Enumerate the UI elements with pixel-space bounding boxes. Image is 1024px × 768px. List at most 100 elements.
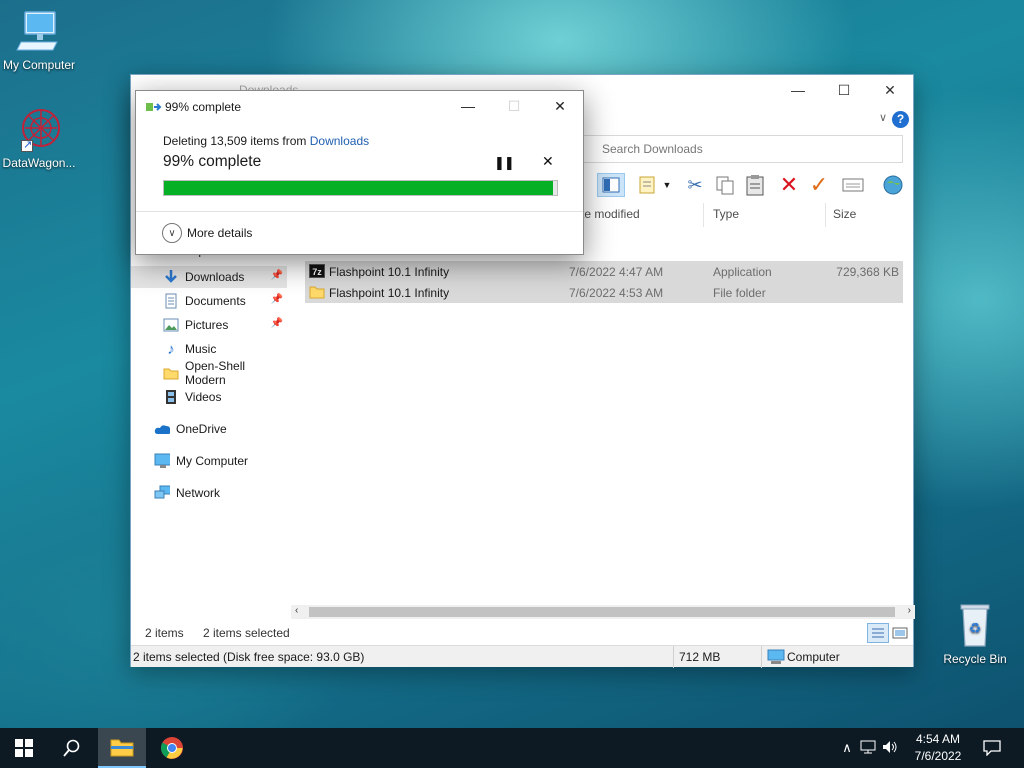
taskbar-chrome[interactable] (148, 728, 196, 768)
nav-item-music[interactable]: ♪ Music (131, 338, 287, 360)
pause-button[interactable]: ❚❚ (494, 155, 515, 171)
computer-icon (154, 453, 170, 469)
file-date: 7/6/2022 4:47 AM (569, 265, 664, 279)
nav-item-label: My Computer (176, 454, 249, 468)
dialog-close-button[interactable]: ✕ (537, 91, 583, 121)
nav-item-downloads[interactable]: Downloads 📌 (131, 266, 287, 288)
nav-item-open-shell[interactable]: Open-Shell Modern (131, 359, 287, 387)
nav-item-label: Open-Shell Modern (185, 359, 246, 387)
email-icon[interactable] (841, 173, 865, 197)
help-icon[interactable]: ? (892, 111, 909, 128)
dialog-maximize-button: ☐ (507, 97, 521, 114)
deleting-prefix: Deleting 13,509 items from (163, 134, 307, 148)
film-icon (163, 389, 179, 405)
dialog-minimize-button[interactable]: — (445, 91, 491, 121)
column-header-date[interactable]: te modified (581, 207, 640, 221)
folder-icon (163, 365, 179, 381)
taskbar: ∧ 4:54 AM 7/6/2022 (0, 728, 1024, 768)
notifications-button[interactable] (972, 728, 1012, 768)
chrome-icon (161, 737, 183, 759)
scroll-left-icon[interactable]: ‹ (295, 605, 298, 616)
preview-pane-icon[interactable] (597, 173, 625, 197)
delete-icon[interactable]: ✕ (777, 172, 801, 197)
desktop-icon-label: My Computer (2, 58, 76, 72)
notification-icon (983, 740, 1001, 756)
view-options-icon[interactable] (637, 173, 661, 197)
nav-item-label: Pictures (185, 318, 229, 332)
folder-icon (110, 739, 134, 757)
nav-item-documents[interactable]: Documents 📌 (131, 290, 287, 312)
status-bar: 2 items 2 items selected (131, 623, 915, 643)
ribbon-expand-icon[interactable]: ∨ (879, 111, 887, 124)
network-icon (154, 485, 170, 501)
details-view-icon[interactable] (867, 623, 889, 643)
paste-icon[interactable] (743, 173, 767, 197)
column-header-type[interactable]: Type (713, 207, 739, 221)
nav-item-onedrive[interactable]: OneDrive (131, 418, 287, 440)
search-button[interactable] (48, 728, 96, 768)
scroll-right-icon[interactable]: › (908, 605, 911, 616)
globe-icon[interactable] (881, 173, 905, 197)
more-details-button[interactable]: ∨ More details (162, 223, 252, 243)
cancel-operation-button[interactable]: ✕ (542, 153, 554, 170)
nav-item-label: Network (176, 486, 221, 500)
nav-item-pictures[interactable]: Pictures 📌 (131, 314, 287, 336)
progress-fill (164, 181, 554, 195)
desktop-icon-recycle-bin[interactable]: ♻ Recycle Bin (933, 602, 1017, 666)
desktop-icon-label: DataWagon... (2, 156, 76, 170)
nav-item-videos[interactable]: Videos (131, 386, 287, 408)
search-input[interactable]: Search Downloads (579, 135, 903, 163)
pin-icon: 📌 (270, 318, 283, 329)
network-icon[interactable] (856, 740, 880, 757)
selected-count: 2 items selected (203, 626, 290, 640)
minimize-button[interactable]: — (775, 75, 821, 105)
properties-check-icon[interactable]: ✓ (807, 172, 831, 197)
status-size: 712 MB (679, 650, 721, 664)
folder-icon (309, 285, 325, 302)
nav-item-network[interactable]: Network (131, 482, 287, 504)
column-header-size[interactable]: Size (833, 207, 856, 221)
delete-progress-dialog: 99% complete — ☐ ✕ Deleting 13,509 items… (135, 90, 584, 255)
nav-item-label: Videos (185, 390, 222, 404)
nav-item-label: Downloads (185, 270, 245, 284)
clock-date: 7/6/2022 (914, 749, 962, 763)
maximize-button[interactable]: ☐ (821, 75, 867, 105)
progress-text: 99% complete (163, 153, 262, 170)
search-placeholder: Search Downloads (602, 142, 703, 156)
status-detail: 2 items selected (Disk free space: 93.0 … (133, 650, 365, 664)
start-button[interactable] (0, 728, 48, 768)
chevron-up-icon[interactable]: ∧ (838, 740, 856, 756)
pin-icon: 📌 (270, 270, 283, 281)
volume-icon[interactable] (880, 740, 900, 757)
desktop-icon-my-computer[interactable]: My Computer (0, 8, 81, 72)
large-icons-view-icon[interactable] (891, 625, 909, 644)
close-button[interactable]: ✕ (867, 75, 913, 105)
clock[interactable]: 4:54 AM 7/6/2022 (906, 731, 970, 765)
taskbar-file-explorer[interactable] (98, 728, 146, 768)
file-name: Flashpoint 10.1 Infinity (329, 286, 450, 300)
details-status-bar: 2 items selected (Disk free space: 93.0 … (131, 645, 913, 668)
file-row[interactable]: Flashpoint 10.1 Infinity 7/6/2022 4:53 A… (305, 282, 903, 303)
more-details-label: More details (187, 226, 253, 240)
cut-icon[interactable]: ✂ (683, 173, 707, 197)
deleting-source-link[interactable]: Downloads (310, 134, 369, 148)
copy-icon[interactable] (713, 173, 737, 197)
deleting-description: Deleting 13,509 items from Downloads (163, 134, 369, 148)
download-arrow-icon (163, 269, 179, 285)
file-operation-icon (146, 101, 162, 113)
datawagon-icon (15, 106, 63, 154)
file-name: Flashpoint 10.1 Infinity (329, 265, 450, 279)
file-row[interactable]: 7z Flashpoint 10.1 Infinity 7/6/2022 4:4… (305, 261, 903, 282)
cloud-icon (154, 421, 170, 437)
nav-item-label: Documents (185, 294, 246, 308)
system-tray: ∧ (838, 728, 900, 768)
nav-item-my-computer[interactable]: My Computer (131, 450, 287, 472)
desktop-icon-label: Recycle Bin (943, 652, 1007, 666)
chevron-down-icon[interactable]: ▼ (661, 173, 673, 197)
shortcut-arrow-icon (21, 138, 33, 152)
desktop-icon-datawagon[interactable]: DataWagon... (0, 106, 81, 170)
7zip-archive-icon: 7z (309, 264, 325, 278)
horizontal-scrollbar[interactable]: ‹ › (291, 605, 915, 619)
file-size: 729,368 KB (836, 265, 899, 279)
scrollbar-thumb[interactable] (309, 607, 895, 617)
